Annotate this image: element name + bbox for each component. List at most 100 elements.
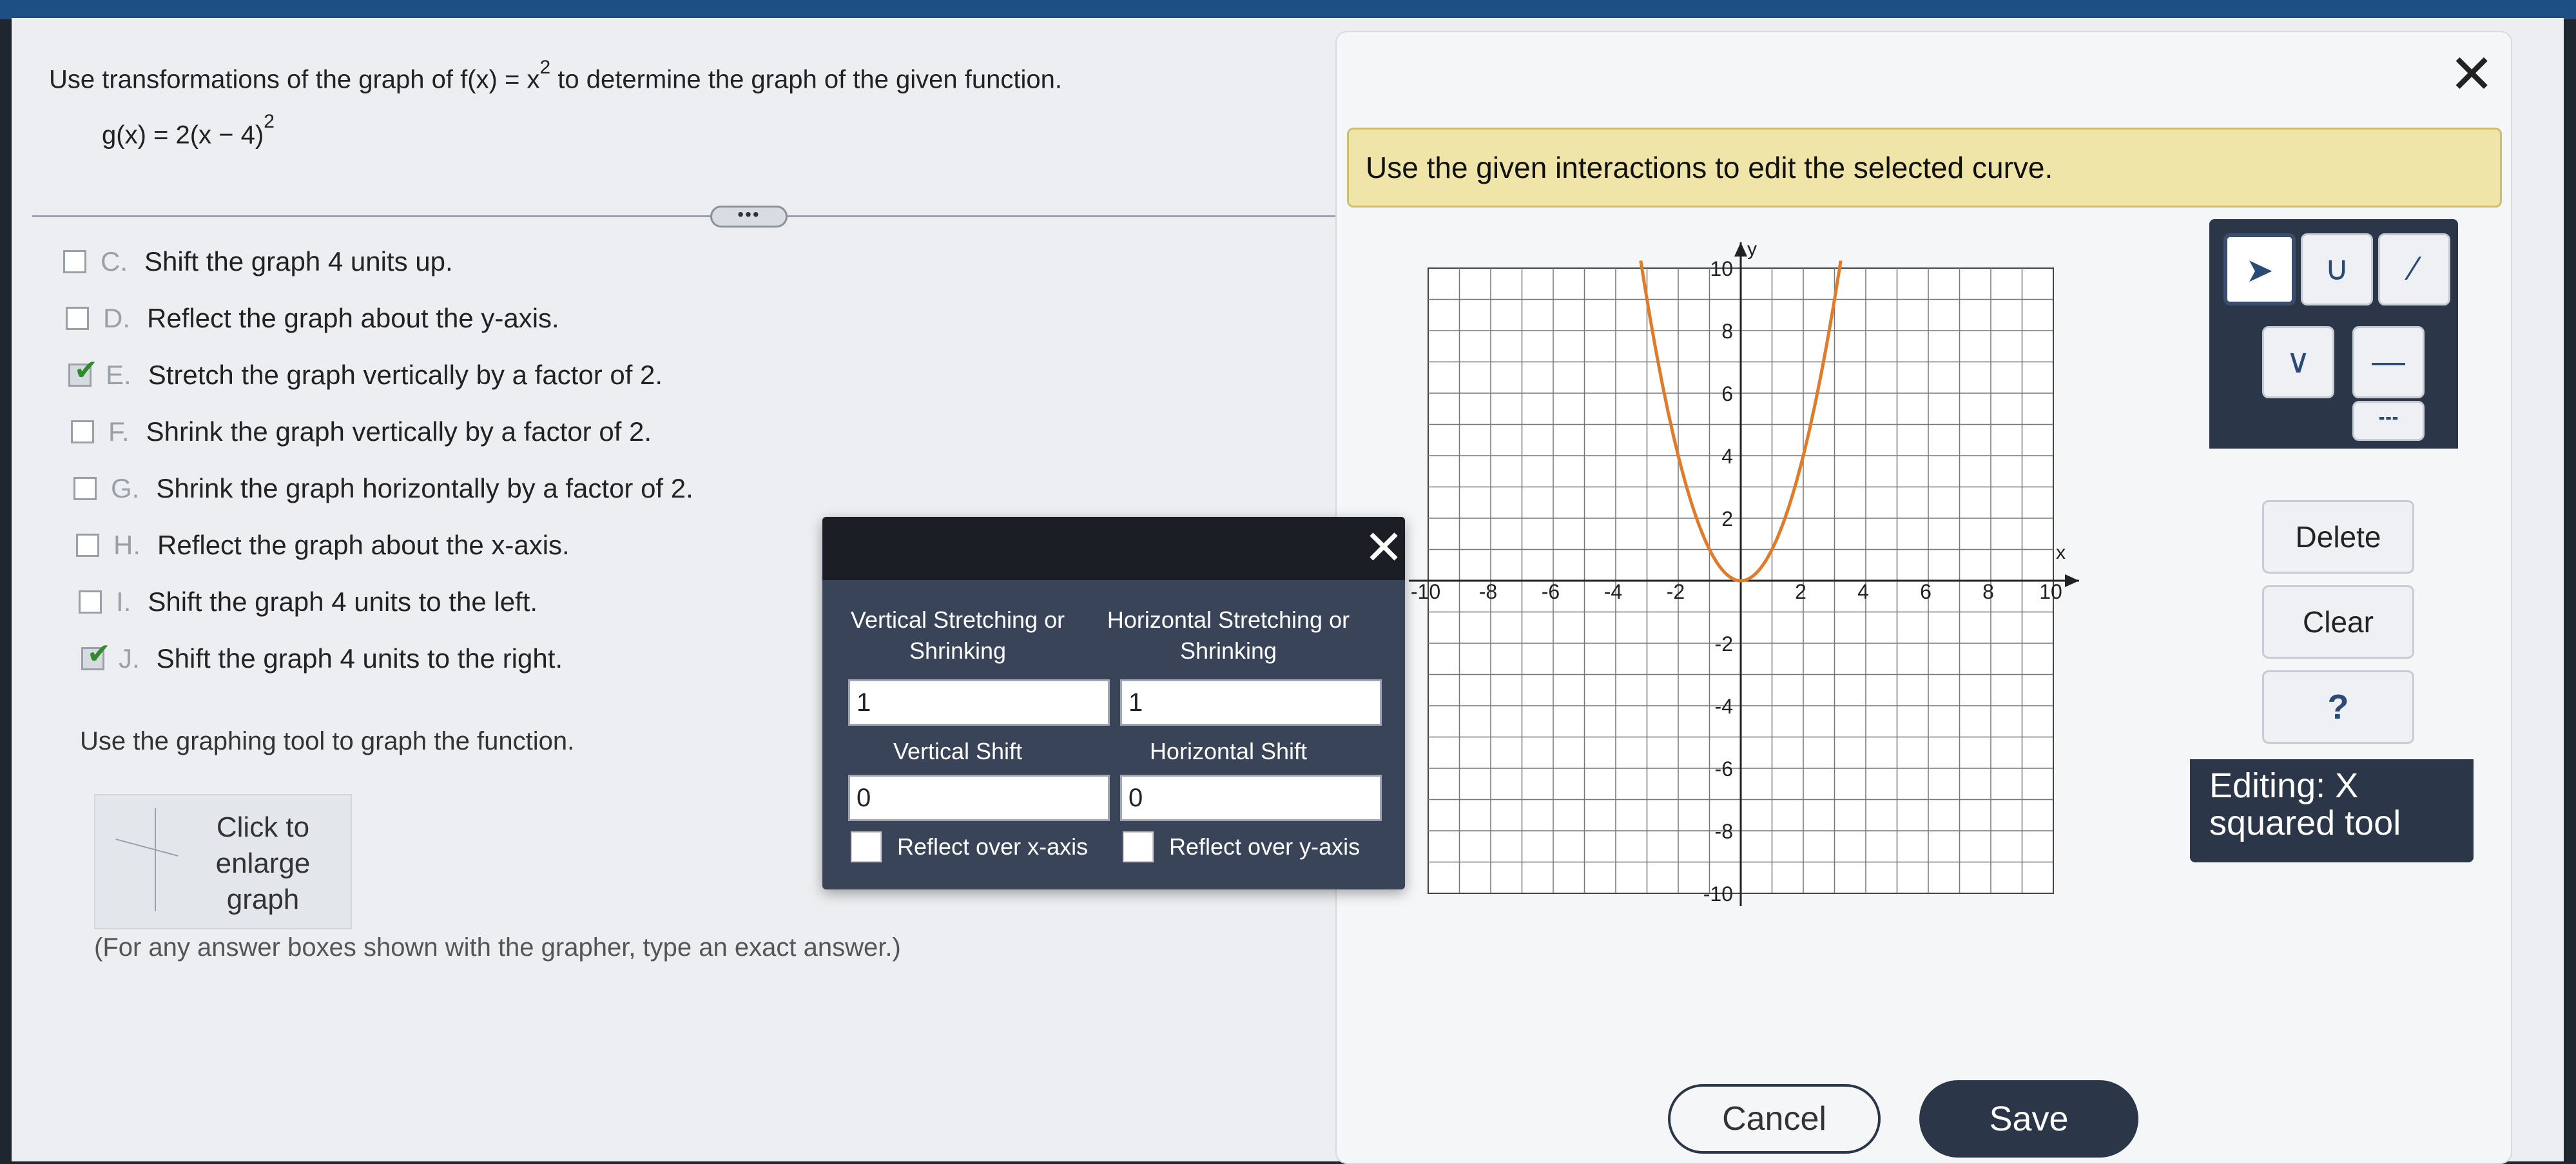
- y-tick-label: 6: [1721, 382, 1733, 405]
- more-button[interactable]: •••: [710, 206, 788, 228]
- x-tick-label: -6: [1542, 580, 1560, 603]
- option-checkbox[interactable]: [73, 477, 97, 500]
- solid-line-tool-icon[interactable]: —: [2352, 326, 2425, 398]
- option-c[interactable]: C. Shift the graph 4 units up.: [63, 246, 453, 277]
- option-g[interactable]: G. Shrink the graph horizontally by a fac…: [73, 473, 693, 504]
- y-tick-label: 2: [1721, 507, 1733, 530]
- y-tick-label: 8: [1721, 320, 1733, 343]
- option-text: Shift the graph 4 units up.: [144, 246, 453, 276]
- option-text: Reflect the graph about the y-axis.: [147, 303, 559, 333]
- horiz-shift-input[interactable]: [1120, 775, 1382, 821]
- x-tick-label: -2: [1667, 580, 1685, 603]
- option-letter: C.: [101, 246, 128, 276]
- enlarge-graph-button[interactable]: Click to enlarge graph: [94, 794, 352, 929]
- answer-hint: (For any answer boxes shown with the gra…: [94, 933, 901, 962]
- browser-top-bar: [0, 0, 2576, 19]
- option-text: Shift the graph 4 units to the left.: [148, 587, 538, 617]
- prompt-exponent: 2: [539, 57, 551, 78]
- x-tick-label: -8: [1479, 580, 1497, 603]
- option-checkbox[interactable]: [68, 354, 98, 387]
- x-axis-label: x: [2056, 542, 2066, 563]
- reflect-x-checkbox[interactable]: Reflect over x-axis: [851, 831, 1088, 862]
- option-checkbox[interactable]: [81, 637, 111, 670]
- coordinate-graph[interactable]: x y -10 -8 -6 -4 -2 2 4 6 8 10 10 8 6 4 2 -2 -4 -6 -8 -10: [1399, 224, 2114, 927]
- editing-status: Editing: X squared tool: [2209, 766, 2401, 842]
- y-tick-label: -10: [1703, 882, 1733, 906]
- option-text: Shift the graph 4 units to the right.: [156, 643, 563, 674]
- x-tick-label: 8: [1982, 580, 1994, 603]
- graph-toolbar: ➤ ∪ ⁄ ∨ — ┄: [2209, 219, 2458, 449]
- function-exponent: 2: [264, 111, 275, 132]
- reflect-y-box[interactable]: [1123, 831, 1154, 862]
- dialog-header: [822, 517, 1405, 580]
- option-j[interactable]: J. Shift the graph 4 units to the right.: [81, 637, 563, 674]
- mini-graph-icon: [155, 808, 156, 911]
- mini-graph-line: [115, 839, 179, 857]
- option-checkbox[interactable]: [76, 534, 99, 557]
- y-tick-label: -6: [1715, 757, 1733, 781]
- prompt-suffix: to determine the graph of the given func…: [550, 65, 1062, 94]
- parabola-tool-icon[interactable]: ∪: [2301, 233, 2373, 306]
- x-tick-label: 4: [1857, 580, 1869, 603]
- y-tick-label: 10: [1710, 257, 1733, 280]
- y-axis-arrow: [1734, 242, 1747, 257]
- y-tick-label: -4: [1715, 695, 1733, 718]
- option-e[interactable]: E. Stretch the graph vertically by a fact…: [68, 354, 663, 391]
- option-checkbox[interactable]: [66, 307, 89, 330]
- function-base: g(x) = 2(x − 4): [102, 121, 264, 150]
- separator: [32, 215, 1341, 217]
- y-axis-label: y: [1747, 238, 1757, 260]
- x-tick-label: 6: [1920, 580, 1932, 603]
- y-tick-label: -2: [1715, 632, 1733, 655]
- option-letter: F.: [108, 416, 130, 447]
- x-tick-label: -4: [1604, 580, 1622, 603]
- reflect-x-box[interactable]: [851, 831, 882, 862]
- vert-stretch-label: Vertical Stretching or Shrinking: [850, 606, 1065, 664]
- cancel-button[interactable]: Cancel: [1668, 1084, 1881, 1154]
- option-h[interactable]: H. Reflect the graph about the x-axis.: [76, 530, 570, 561]
- option-letter: E.: [106, 360, 131, 390]
- vert-shift-input[interactable]: [848, 775, 1110, 821]
- reflect-x-label: Reflect over x-axis: [897, 833, 1089, 860]
- graph-instruction: Use the graphing tool to graph the funct…: [80, 727, 575, 755]
- clear-button[interactable]: Clear: [2262, 585, 2414, 659]
- x-tick-label: 2: [1795, 580, 1806, 603]
- vert-shift-label: Vertical Shift: [893, 738, 1023, 764]
- question-prompt: Use transformations of the graph of f(x)…: [49, 57, 1062, 94]
- option-text: Shrink the graph horizontally by a facto…: [156, 473, 693, 503]
- y-tick-label: 4: [1721, 445, 1733, 468]
- option-text: Shrink the graph vertically by a factor …: [146, 416, 652, 447]
- horiz-stretch-label: Horizontal Stretching or Shrinking: [1107, 606, 1350, 664]
- x-tick-label: 10: [2039, 580, 2062, 603]
- horiz-shift-label: Horizontal Shift: [1149, 738, 1308, 764]
- y-tick-label: -8: [1715, 820, 1733, 843]
- dialog-close-icon[interactable]: ✕: [1364, 522, 1404, 574]
- option-letter: J.: [119, 643, 140, 674]
- instruction-banner: Use the given interactions to edit the s…: [1347, 128, 2502, 208]
- pointer-tool-icon[interactable]: ➤: [2223, 233, 2296, 306]
- prompt-prefix: Use transformations of the graph of f(x)…: [49, 65, 540, 94]
- save-button[interactable]: Save: [1919, 1080, 2138, 1158]
- dashed-line-tool-icon[interactable]: ┄: [2352, 401, 2425, 441]
- help-button[interactable]: ?: [2262, 670, 2414, 744]
- x-tick-label: -10: [1411, 580, 1440, 603]
- option-i[interactable]: I. Shift the graph 4 units to the left.: [79, 587, 537, 617]
- enlarge-label: Click to enlarge graph: [215, 811, 311, 915]
- absolute-value-tool-icon[interactable]: ∨: [2262, 326, 2334, 398]
- option-text: Reflect the graph about the x-axis.: [157, 530, 570, 560]
- vert-stretch-input[interactable]: [848, 679, 1110, 726]
- option-letter: I.: [116, 587, 131, 617]
- option-text: Stretch the graph vertically by a factor…: [148, 360, 663, 390]
- reflect-y-label: Reflect over y-axis: [1169, 833, 1361, 860]
- horiz-stretch-input[interactable]: [1120, 679, 1382, 726]
- option-checkbox[interactable]: [79, 590, 102, 614]
- square-root-tool-icon[interactable]: ⁄: [2378, 233, 2450, 306]
- option-letter: G.: [111, 473, 140, 503]
- delete-button[interactable]: Delete: [2262, 500, 2414, 574]
- close-icon[interactable]: ✕: [2449, 45, 2494, 103]
- option-checkbox[interactable]: [63, 250, 86, 273]
- option-checkbox[interactable]: [71, 420, 94, 443]
- reflect-y-checkbox[interactable]: Reflect over y-axis: [1123, 831, 1360, 862]
- option-f[interactable]: F. Shrink the graph vertically by a facto…: [71, 416, 652, 447]
- option-d[interactable]: D. Reflect the graph about the y-axis.: [66, 303, 559, 334]
